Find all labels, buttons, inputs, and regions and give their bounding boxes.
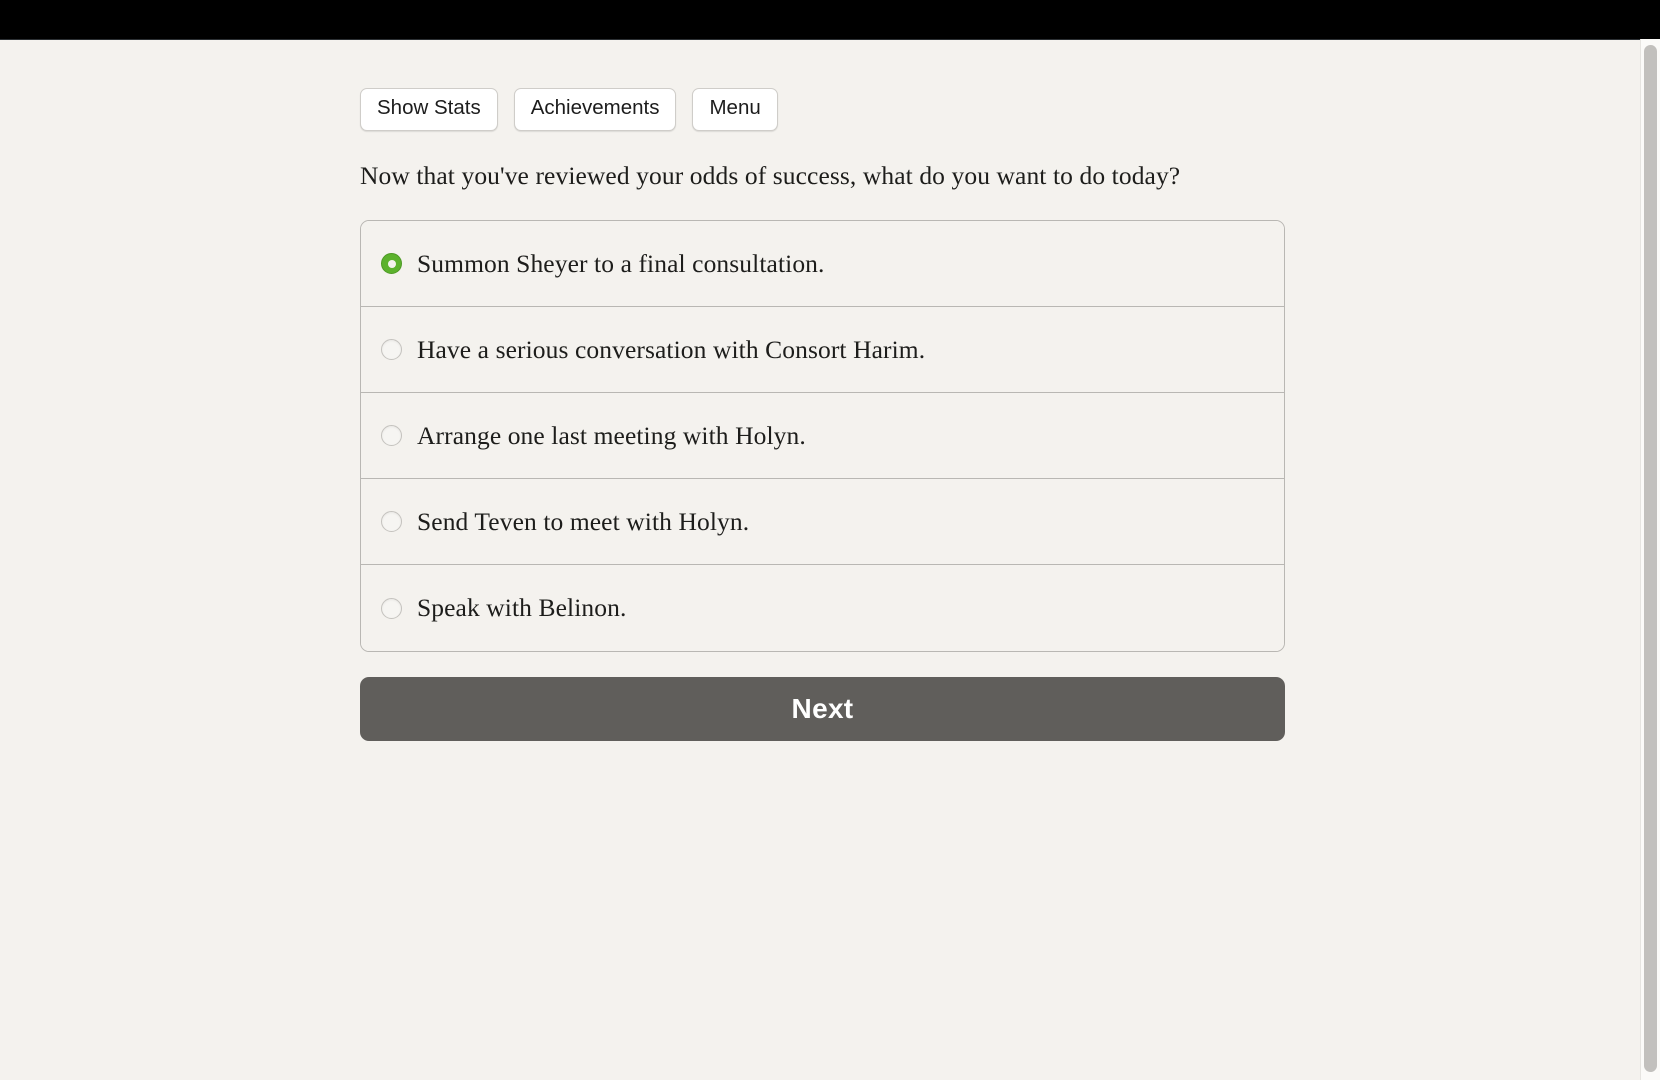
choice-option-label: Have a serious conversation with Consort… (417, 334, 926, 364)
radio-button-icon[interactable] (381, 511, 402, 533)
page-viewport: Show Stats Achievements Menu Now that yo… (0, 39, 1660, 1080)
radio-button-icon[interactable] (381, 339, 402, 361)
choice-option-label: Arrange one last meeting with Holyn. (417, 420, 806, 450)
achievements-button[interactable]: Achievements (513, 88, 677, 131)
choice-option-label: Speak with Belinon. (417, 593, 627, 623)
radio-button-icon[interactable] (381, 597, 402, 619)
scrollbar-thumb[interactable] (1644, 45, 1657, 1072)
choice-option-label: Summon Sheyer to a final consultation. (417, 248, 825, 278)
story-prompt-text: Now that you've reviewed your odds of su… (360, 160, 1181, 190)
choice-option-2[interactable]: Have a serious conversation with Consort… (361, 307, 1284, 394)
show-stats-button[interactable]: Show Stats (360, 88, 498, 131)
choice-option-label: Send Teven to meet with Holyn. (417, 506, 750, 536)
choice-list: Summon Sheyer to a final consultation. H… (360, 220, 1285, 653)
choice-option-4[interactable]: Send Teven to meet with Holyn. (361, 479, 1284, 566)
page-scrollbar[interactable] (1640, 39, 1660, 1080)
page-content: Show Stats Achievements Menu Now that yo… (0, 40, 1640, 1080)
content-column: Show Stats Achievements Menu Now that yo… (359, 40, 1285, 742)
radio-button-icon[interactable] (381, 425, 402, 447)
app-window: Show Stats Achievements Menu Now that yo… (0, 0, 1660, 1080)
choice-option-5[interactable]: Speak with Belinon. (361, 565, 1284, 652)
browser-chrome-bar (0, 0, 1660, 39)
choice-option-1[interactable]: Summon Sheyer to a final consultation. (361, 221, 1284, 308)
menu-button[interactable]: Menu (692, 88, 778, 131)
choice-option-3[interactable]: Arrange one last meeting with Holyn. (361, 393, 1284, 480)
radio-button-selected-icon[interactable] (381, 253, 402, 275)
next-button[interactable]: Next (360, 677, 1285, 742)
game-toolbar: Show Stats Achievements Menu (360, 88, 1284, 131)
